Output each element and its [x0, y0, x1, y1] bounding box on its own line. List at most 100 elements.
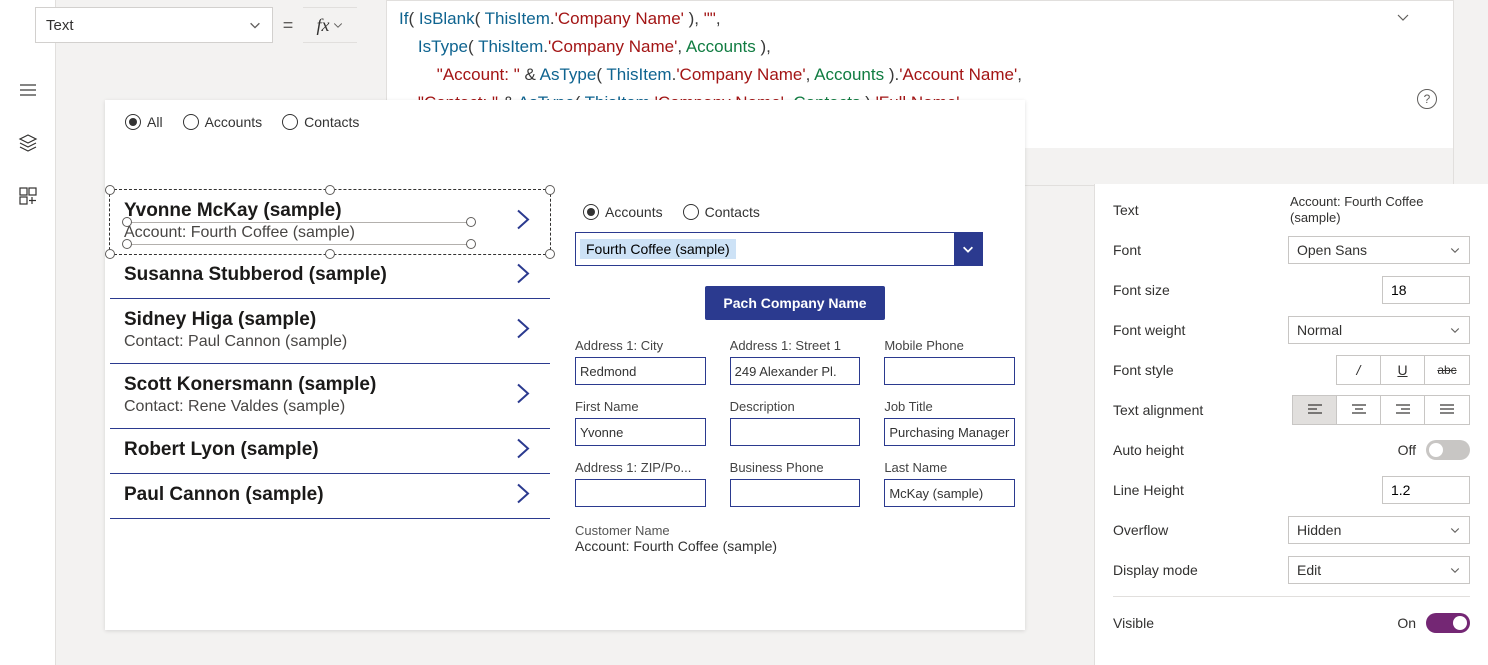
- prop-visible-label: Visible: [1113, 615, 1397, 631]
- filter-accounts[interactable]: Accounts: [183, 114, 263, 130]
- filter-contacts[interactable]: Contacts: [282, 114, 359, 130]
- field-input[interactable]: [575, 357, 706, 385]
- gallery-item[interactable]: Robert Lyon (sample): [110, 429, 550, 474]
- prop-autoheight-label: Auto height: [1113, 442, 1398, 458]
- prop-fontweight-select[interactable]: Normal: [1288, 316, 1470, 344]
- gallery-item-title: Susanna Stubberod (sample): [124, 264, 536, 286]
- prop-fontsize-input[interactable]: [1382, 276, 1470, 304]
- field-label: Job Title: [884, 399, 1015, 414]
- customer-name-label: Customer Name: [575, 523, 1015, 538]
- field-input[interactable]: [884, 357, 1015, 385]
- prop-font-label: Font: [1113, 242, 1288, 258]
- gallery-item-subtitle: Account: Fourth Coffee (sample): [124, 224, 536, 242]
- help-icon[interactable]: ?: [1417, 89, 1437, 109]
- layers-icon[interactable]: [18, 133, 38, 158]
- prop-fontsize-label: Font size: [1113, 282, 1382, 298]
- gallery-item[interactable]: Paul Cannon (sample): [110, 474, 550, 519]
- prop-displaymode-select[interactable]: Edit: [1288, 556, 1470, 584]
- gallery-item-subtitle: Contact: Paul Cannon (sample): [124, 333, 536, 351]
- prop-displaymode-label: Display mode: [1113, 562, 1288, 578]
- prop-align-label: Text alignment: [1113, 402, 1292, 418]
- patch-button[interactable]: Pach Company Name: [705, 286, 885, 320]
- chevron-right-icon[interactable]: [514, 316, 532, 347]
- hamburger-icon[interactable]: [18, 80, 38, 105]
- form-field: Business Phone: [730, 460, 861, 507]
- form-field: Job Title: [884, 399, 1015, 446]
- filter-all[interactable]: All: [125, 114, 163, 130]
- chevron-right-icon[interactable]: [514, 261, 532, 292]
- prop-text-value: Account: Fourth Coffee (sample): [1290, 194, 1470, 226]
- align-center-button[interactable]: [1337, 396, 1381, 424]
- prop-visible-toggle[interactable]: [1426, 613, 1470, 633]
- chevron-down-icon[interactable]: [1395, 9, 1411, 25]
- field-input[interactable]: [730, 357, 861, 385]
- prop-overflow-label: Overflow: [1113, 522, 1288, 538]
- app-canvas: All Accounts Contacts Yvonne McKay (samp…: [105, 100, 1025, 630]
- prop-lineheight-input[interactable]: [1382, 476, 1470, 504]
- align-justify-button[interactable]: [1425, 396, 1469, 424]
- gallery-item[interactable]: Susanna Stubberod (sample): [110, 254, 550, 299]
- align-left-button[interactable]: [1293, 396, 1337, 424]
- prop-fontweight-label: Font weight: [1113, 322, 1288, 338]
- company-dropdown[interactable]: Fourth Coffee (sample): [575, 232, 983, 266]
- prop-font-select[interactable]: Open Sans: [1288, 236, 1470, 264]
- equals-sign: =: [273, 15, 303, 36]
- gallery-item[interactable]: Yvonne McKay (sample) Account: Fourth Cof…: [109, 189, 551, 255]
- form-field: First Name: [575, 399, 706, 446]
- field-label: Business Phone: [730, 460, 861, 475]
- prop-text-label: Text: [1113, 202, 1290, 218]
- gallery-item-title: Yvonne McKay (sample): [124, 200, 536, 222]
- field-input[interactable]: [575, 479, 706, 507]
- customer-name-value: Account: Fourth Coffee (sample): [575, 538, 1015, 554]
- gallery-item-title: Paul Cannon (sample): [124, 484, 536, 506]
- chevron-down-icon: [332, 19, 344, 31]
- chevron-down-icon: [248, 18, 262, 32]
- field-input[interactable]: [884, 418, 1015, 446]
- prop-lineheight-label: Line Height: [1113, 482, 1382, 498]
- chevron-right-icon[interactable]: [514, 436, 532, 467]
- gallery-item-subtitle: Contact: Rene Valdes (sample): [124, 398, 536, 416]
- field-label: Address 1: ZIP/Po...: [575, 460, 706, 475]
- properties-panel: Text Account: Fourth Coffee (sample) Fon…: [1094, 184, 1488, 665]
- field-label: Address 1: Street 1: [730, 338, 861, 353]
- customer-name-block: Customer Name Account: Fourth Coffee (sa…: [575, 523, 1015, 554]
- field-label: Last Name: [884, 460, 1015, 475]
- align-right-button[interactable]: [1381, 396, 1425, 424]
- form-field: Address 1: City: [575, 338, 706, 385]
- field-input[interactable]: [730, 479, 861, 507]
- detail-radio-accounts[interactable]: Accounts: [583, 204, 663, 220]
- company-dropdown-value: Fourth Coffee (sample): [580, 239, 736, 259]
- form-field: Mobile Phone: [884, 338, 1015, 385]
- gallery-item[interactable]: Sidney Higa (sample)Contact: Paul Cannon…: [110, 299, 550, 364]
- prop-overflow-select[interactable]: Hidden: [1288, 516, 1470, 544]
- field-label: Address 1: City: [575, 338, 706, 353]
- detail-radio-contacts[interactable]: Contacts: [683, 204, 760, 220]
- prop-fontstyle-group: / U abc: [1336, 355, 1470, 385]
- prop-align-group: [1292, 395, 1470, 425]
- field-input[interactable]: [730, 418, 861, 446]
- prop-autoheight-toggle[interactable]: [1426, 440, 1470, 460]
- detail-form: Accounts Contacts Fourth Coffee (sample)…: [575, 200, 1015, 554]
- chevron-right-icon[interactable]: [514, 481, 532, 512]
- italic-button[interactable]: /: [1337, 356, 1381, 384]
- form-field: Description: [730, 399, 861, 446]
- field-label: Description: [730, 399, 861, 414]
- left-rail: [0, 0, 56, 665]
- insert-icon[interactable]: [18, 186, 38, 211]
- gallery: Yvonne McKay (sample) Account: Fourth Cof…: [110, 190, 550, 519]
- field-input[interactable]: [575, 418, 706, 446]
- fx-button[interactable]: fx: [303, 7, 357, 43]
- property-dropdown-value: Text: [46, 17, 74, 34]
- chevron-right-icon[interactable]: [514, 381, 532, 412]
- prop-autoheight-state: Off: [1398, 442, 1416, 458]
- underline-button[interactable]: U: [1381, 356, 1425, 384]
- field-input[interactable]: [884, 479, 1015, 507]
- form-field: Address 1: Street 1: [730, 338, 861, 385]
- chevron-right-icon[interactable]: [514, 207, 532, 238]
- gallery-item-title: Scott Konersmann (sample): [124, 374, 536, 396]
- strike-button[interactable]: abc: [1425, 356, 1469, 384]
- gallery-item[interactable]: Scott Konersmann (sample) Contact: Rene V…: [110, 364, 550, 429]
- gallery-item-title: Robert Lyon (sample): [124, 439, 536, 461]
- property-dropdown[interactable]: Text: [35, 7, 273, 43]
- form-field: Last Name: [884, 460, 1015, 507]
